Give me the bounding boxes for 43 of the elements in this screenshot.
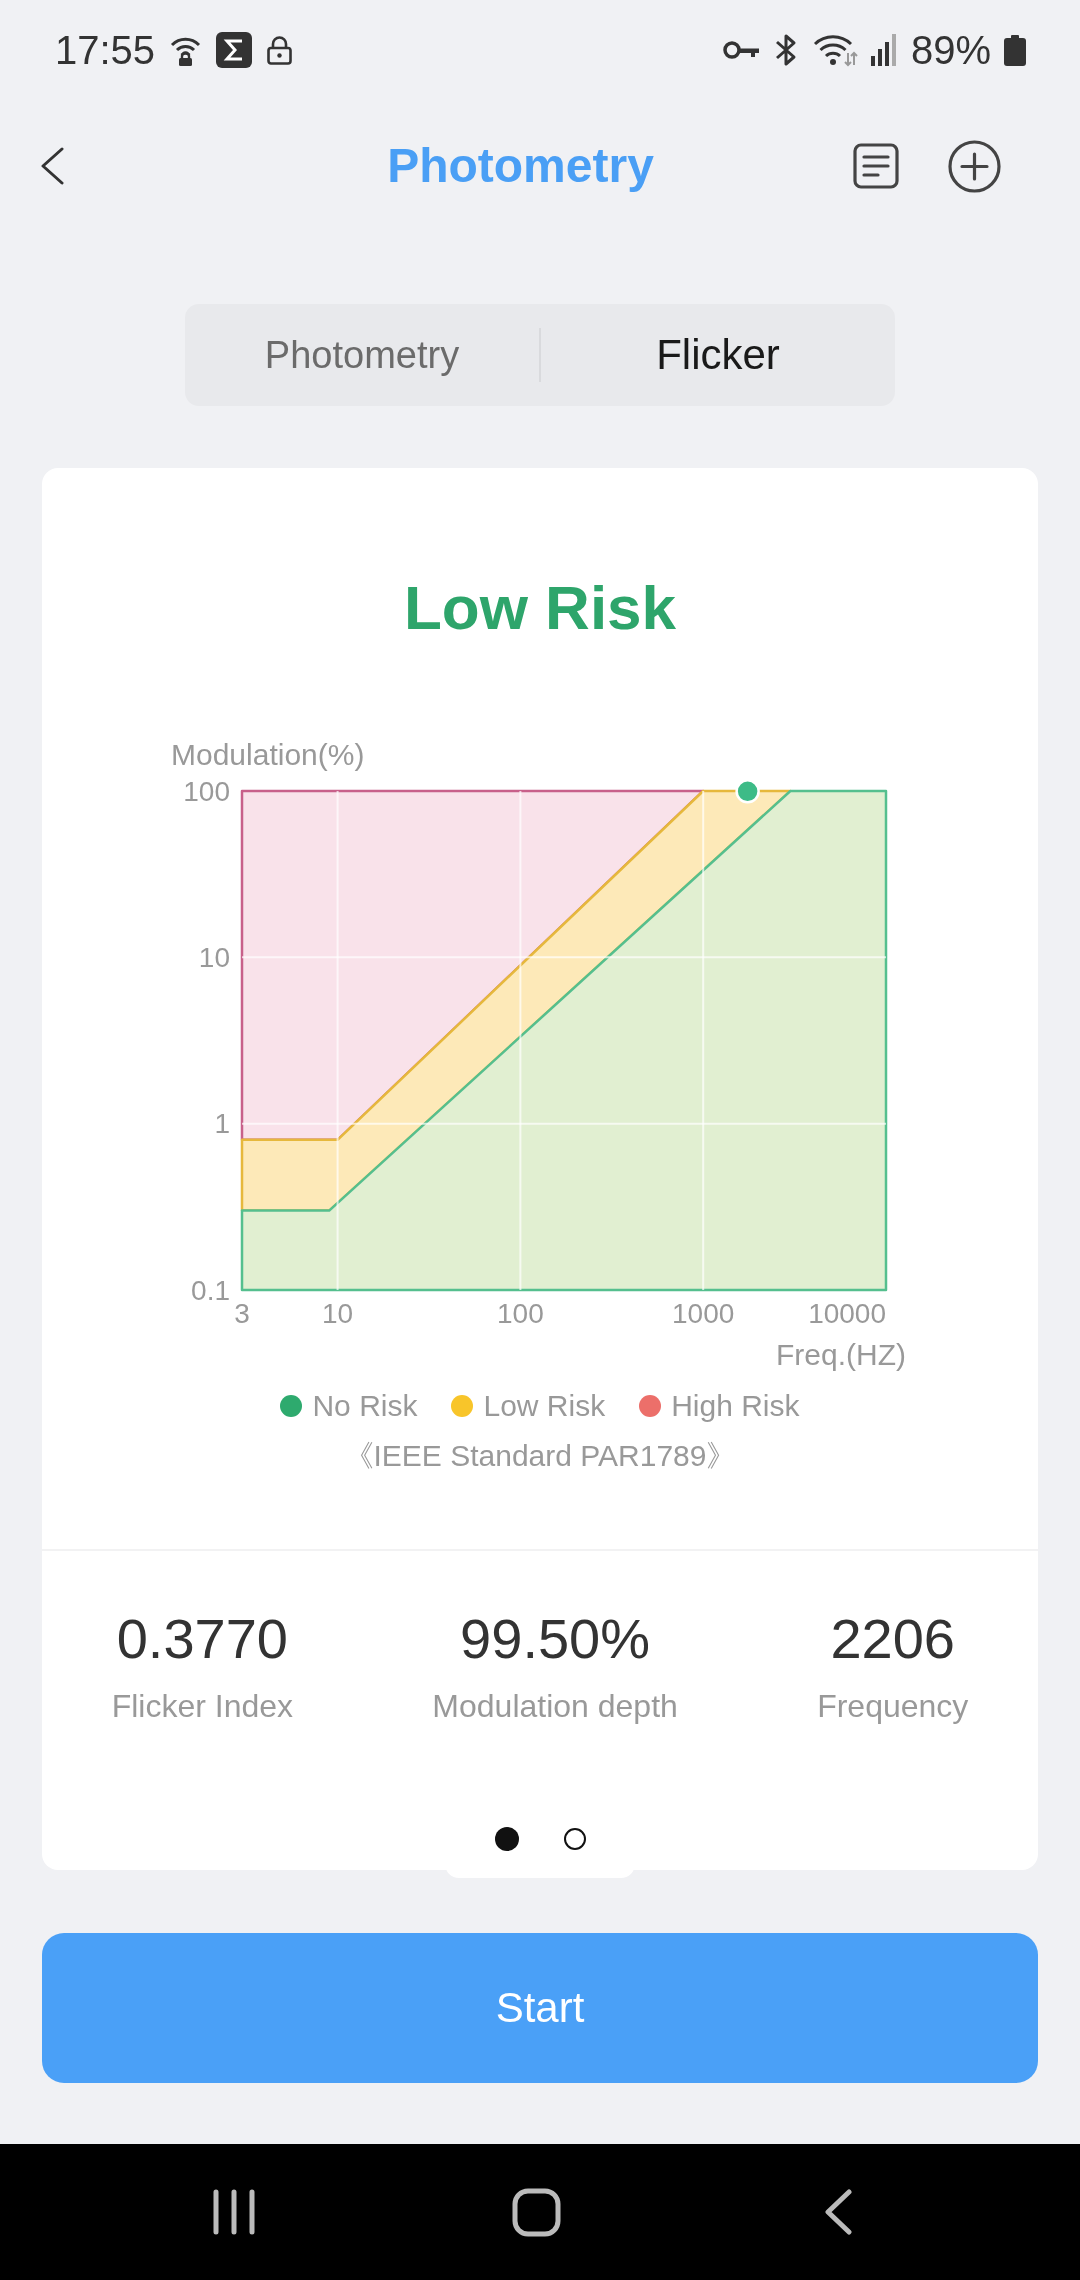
stat-label: Frequency	[817, 1687, 969, 1726]
page-dot-icon[interactable]	[563, 1828, 586, 1850]
axis-tick-label: 1	[214, 1108, 230, 1140]
status-time: 17:55	[55, 27, 156, 74]
axis-tick-label: 10	[198, 941, 230, 973]
battery-icon	[1004, 34, 1026, 66]
back-icon[interactable]	[824, 2189, 852, 2235]
battery-percent: 89%	[910, 27, 991, 74]
data-point-icon	[735, 779, 760, 804]
axis-title: Modulation(%)	[171, 737, 365, 771]
stat-value: 99.50%	[460, 1607, 651, 1671]
add-icon[interactable]	[948, 139, 1001, 193]
axis-title: Freq.(HZ)	[776, 1337, 906, 1371]
standard-caption: 《IEEE Standard PAR1789》	[343, 1438, 737, 1474]
stat-label: Flicker Index	[111, 1687, 294, 1726]
document-icon[interactable]	[853, 143, 899, 189]
axis-tick-label: 10000	[808, 1297, 886, 1329]
stat-value: 0.3770	[116, 1607, 288, 1671]
legend-label: No Risk	[312, 1388, 418, 1424]
sigma-icon	[216, 32, 253, 68]
segment-tab[interactable]: Photometry	[185, 304, 539, 406]
key-icon	[721, 39, 760, 61]
axis-tick-label: 1000	[672, 1297, 735, 1329]
lock-icon	[267, 35, 293, 65]
signal-icon	[870, 34, 898, 66]
stat-value: 2206	[830, 1607, 955, 1671]
axis-tick-label: 3	[234, 1297, 250, 1329]
axis-tick-label: 100	[497, 1297, 544, 1329]
wifi-icon	[812, 33, 858, 67]
segment-tab[interactable]: Flicker	[541, 304, 895, 406]
legend-label: High Risk	[671, 1388, 800, 1424]
axis-tick-label: 0.1	[191, 1274, 230, 1306]
risk-level-title: Low Risk	[403, 572, 677, 644]
page-title: Photometry	[387, 138, 654, 194]
axis-tick-label: 100	[183, 775, 230, 807]
start-button[interactable]: Start	[42, 1933, 1038, 2083]
legend-label: Low Risk	[483, 1388, 606, 1424]
stat-label: Modulation depth	[432, 1687, 678, 1726]
recents-icon[interactable]	[212, 2189, 256, 2235]
page-dot-icon[interactable]	[494, 1827, 519, 1851]
back-icon[interactable]	[40, 147, 64, 185]
home-icon[interactable]	[511, 2187, 561, 2237]
axis-tick-label: 10	[322, 1297, 354, 1329]
